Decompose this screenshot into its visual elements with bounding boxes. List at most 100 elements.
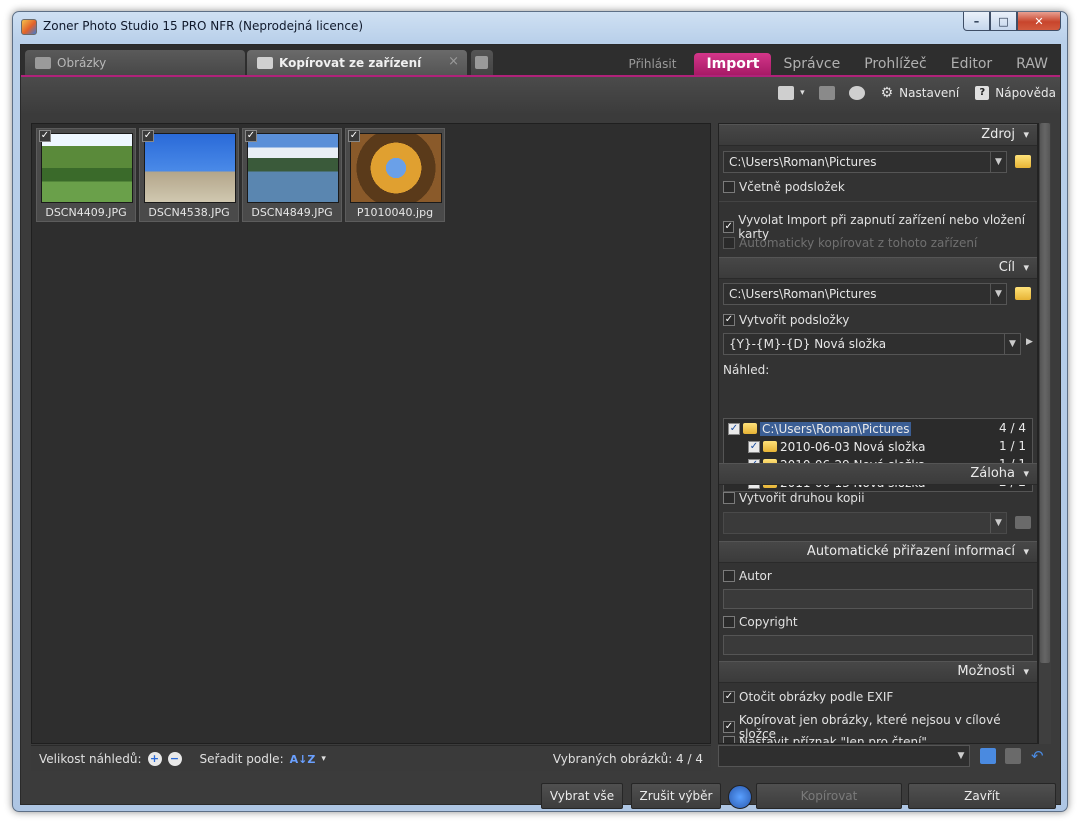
second-copy-checkbox[interactable] [723, 492, 735, 504]
author-row[interactable]: Autor [723, 569, 772, 583]
author-checkbox[interactable] [723, 570, 735, 582]
card-icon[interactable] [818, 86, 835, 100]
create-subfolders-row[interactable]: ✓ Vytvořit podsložky [723, 313, 849, 327]
mode-editor[interactable]: Editor [939, 53, 1004, 75]
folder-icon [743, 423, 757, 434]
invoke-import-checkbox[interactable]: ✓ [723, 221, 735, 233]
chevron-right-icon[interactable]: ▶ [1026, 337, 1033, 347]
new-tab-button[interactable] [471, 50, 493, 75]
device-icon[interactable] [848, 86, 865, 100]
read-only-checkbox[interactable] [723, 736, 735, 743]
dropdown-arrow-icon[interactable]: ▾ [800, 88, 805, 98]
scrollbar-thumb[interactable] [1040, 123, 1050, 663]
thumbnail-item[interactable]: ✓ DSCN4409.JPG [36, 128, 136, 222]
target-path-combo[interactable]: C:\Users\Roman\Pictures ▼ [723, 283, 1007, 305]
section-autoinfo-header[interactable]: Automatické přiřazení informací [719, 541, 1037, 563]
chevron-down-icon[interactable]: ▼ [990, 152, 1006, 172]
include-subfolders-row[interactable]: Včetně podsložek [723, 180, 845, 194]
copyright-input[interactable] [723, 635, 1033, 655]
author-input[interactable] [723, 589, 1033, 609]
create-subfolders-checkbox[interactable]: ✓ [723, 314, 735, 326]
mode-browser[interactable]: Prohlížeč [852, 53, 939, 75]
section-backup-header[interactable]: Záloha [719, 463, 1037, 485]
browse-folder-icon[interactable] [1015, 287, 1031, 300]
mode-manager[interactable]: Správce [771, 53, 852, 75]
deselect-button[interactable]: Zrušit výběr [631, 783, 721, 809]
rotate-exif-checkbox[interactable]: ✓ [723, 691, 735, 703]
tab-bar: Obrázky Kopírovat ze zařízení × Přihlási… [21, 45, 1060, 75]
maximize-button[interactable]: □ [990, 12, 1017, 31]
gear-icon[interactable]: ⚙ [881, 85, 894, 101]
section-target-header[interactable]: Cíl [719, 257, 1037, 279]
copyright-checkbox[interactable] [723, 616, 735, 628]
tab-images[interactable]: Obrázky [25, 50, 245, 75]
subfolder-pattern-combo[interactable]: {Y}-{M}-{D} Nová složka ▼ [723, 333, 1021, 355]
close-tab-icon[interactable]: × [448, 54, 459, 69]
undo-icon[interactable]: ↶ [1031, 748, 1047, 764]
second-copy-row[interactable]: Vytvořit druhou kopii [723, 491, 865, 505]
thumbnail-name: P1010040.jpg [356, 206, 434, 219]
chevron-down-icon[interactable]: ▼ [953, 746, 969, 766]
thumbnail-item[interactable]: ✓ P1010040.jpg [345, 128, 445, 222]
thumbnail-name: DSCN4538.JPG [148, 206, 230, 219]
second-copy-label: Vytvořit druhou kopii [739, 491, 865, 505]
tree-node-folder[interactable]: ✓ 2010-06-03 Nová složka [748, 438, 925, 455]
auto-copy-row[interactable]: Automaticky kopírovat z tohoto zařízení [723, 236, 977, 250]
select-all-button[interactable]: Vybrat vše [541, 783, 623, 809]
delete-preset-icon[interactable] [1005, 748, 1021, 764]
thumbnail-checkbox[interactable]: ✓ [348, 130, 360, 142]
tree-node-root[interactable]: ✓ C:\Users\Roman\Pictures [728, 420, 912, 437]
mode-import[interactable]: Import [694, 53, 772, 75]
edit-icon [475, 56, 488, 69]
close-window-button[interactable]: ✕ [1017, 12, 1061, 31]
include-subfolders-checkbox[interactable] [723, 181, 735, 193]
thumbnail-item[interactable]: ✓ DSCN4849.JPG [242, 128, 342, 222]
help-link[interactable]: Nápověda [995, 86, 1056, 100]
rotate-exif-row[interactable]: ✓ Otočit obrázky podle EXIF [723, 690, 893, 704]
refresh-icon[interactable] [728, 785, 752, 809]
browse-folder-icon[interactable] [1015, 155, 1031, 168]
section-source-header[interactable]: Zdroj [719, 124, 1037, 146]
mode-switcher: Přihlásit Import Správce Prohlížeč Edito… [617, 53, 1060, 75]
settings-link[interactable]: Nastavení [899, 86, 959, 100]
sort-label: Seřadit podle: [199, 752, 284, 766]
close-button[interactable]: Zavřít [908, 783, 1056, 809]
chevron-down-icon[interactable]: ▼ [990, 284, 1006, 304]
image-view-icon[interactable] [778, 86, 795, 100]
sort-icon[interactable]: A↓Z [290, 753, 316, 766]
auto-copy-checkbox[interactable] [723, 237, 735, 249]
zoom-in-icon[interactable]: + [147, 752, 162, 766]
tab-copy-from-device[interactable]: Kopírovat ze zařízení × [247, 50, 467, 75]
login-link[interactable]: Přihlásit [617, 53, 689, 75]
include-subfolders-label: Včetně podsložek [739, 180, 845, 194]
target-path-value: C:\Users\Roman\Pictures [729, 287, 877, 301]
help-icon[interactable]: ? [975, 86, 990, 100]
copyright-row[interactable]: Copyright [723, 615, 798, 629]
backup-path-combo[interactable]: ▼ [723, 512, 1007, 534]
save-icon[interactable] [980, 748, 996, 764]
thumbnail-checkbox[interactable]: ✓ [142, 130, 154, 142]
panel-scrollbar[interactable] [1038, 123, 1051, 744]
preset-combo[interactable]: ▼ [718, 745, 970, 767]
thumbnail-grid[interactable]: ✓ DSCN4409.JPG ✓ DSCN4538.JPG ✓ DSCN4849… [31, 123, 711, 744]
section-options-header[interactable]: Možnosti [719, 661, 1037, 683]
tree-node-checkbox[interactable]: ✓ [728, 422, 740, 435]
read-only-row[interactable]: Nastavit příznak "Jen pro čtení" [723, 735, 927, 743]
copy-button[interactable]: Kopírovat [756, 783, 902, 809]
chevron-down-icon[interactable]: ▼ [990, 513, 1006, 533]
thumbnail-name: DSCN4409.JPG [45, 206, 127, 219]
source-path-combo[interactable]: C:\Users\Roman\Pictures ▼ [723, 151, 1007, 173]
browse-folder-icon[interactable] [1015, 516, 1031, 529]
thumbnail-checkbox[interactable]: ✓ [245, 130, 257, 142]
thumbnail-status-bar: Velikost náhledů: + − Seřadit podle: A↓Z… [31, 745, 711, 771]
title-bar[interactable]: Zoner Photo Studio 15 PRO NFR (Neprodejn… [13, 12, 1067, 42]
mode-raw[interactable]: RAW [1004, 53, 1060, 75]
thumbnail-checkbox[interactable]: ✓ [39, 130, 51, 142]
thumbnail-item[interactable]: ✓ DSCN4538.JPG [139, 128, 239, 222]
tree-node-checkbox[interactable]: ✓ [748, 440, 760, 453]
sort-dropdown-icon[interactable]: ▾ [321, 754, 326, 764]
copy-only-new-checkbox[interactable]: ✓ [723, 721, 735, 733]
chevron-down-icon[interactable]: ▼ [1004, 334, 1020, 354]
zoom-out-icon[interactable]: − [167, 752, 182, 766]
minimize-button[interactable]: – [963, 12, 990, 31]
